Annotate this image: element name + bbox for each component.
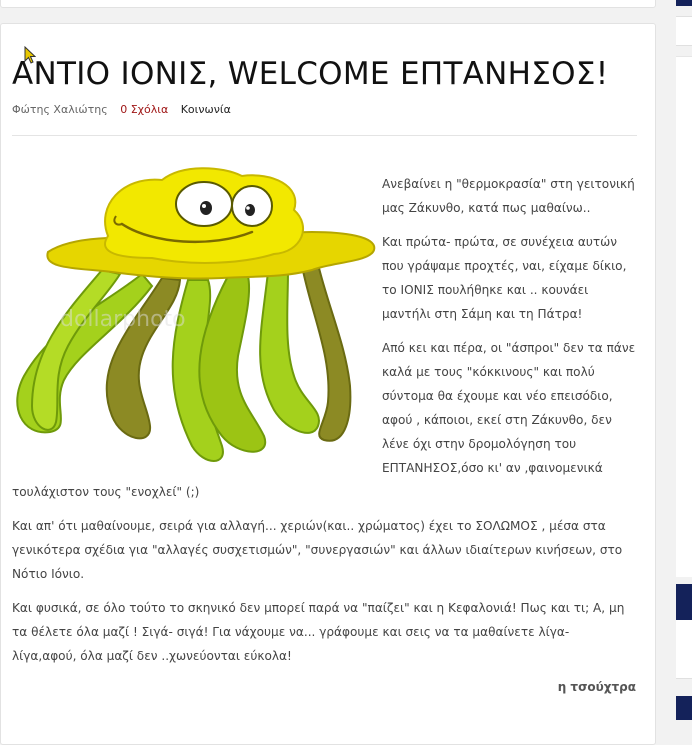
sidebar-strip bbox=[676, 0, 692, 720]
paragraph-5: Και φυσικά, σε όλο τούτο το σκηνικό δεν … bbox=[12, 601, 625, 663]
title-divider bbox=[12, 135, 637, 136]
mouse-cursor-icon bbox=[24, 46, 36, 64]
post-title[interactable]: ΑΝΤΙΟ ΙΟΝΙΣ, WELCOME ΕΠΤΑΝΗΣΟΣ! bbox=[12, 52, 608, 96]
sidebar-navy-bar-top bbox=[676, 0, 692, 6]
jellyfish-image: dollarphoto bbox=[16, 167, 376, 462]
sidebar-navy-bar-bottom bbox=[676, 696, 692, 720]
sidebar-widget bbox=[676, 56, 692, 577]
post-content: dollarphoto Ανεβαίνει η "θερμοκρασία" στ… bbox=[12, 167, 637, 678]
author-link[interactable]: Φώτης Χαλιώτης bbox=[12, 103, 108, 116]
post-meta: Φώτης Χαλιώτης 0 Σχόλια Κοινωνία bbox=[12, 102, 231, 118]
previous-post-card bbox=[0, 0, 656, 8]
sidebar-widget bbox=[676, 16, 692, 46]
paragraph-4: Και απ' ότι μαθαίνουμε, σειρά για αλλαγή… bbox=[12, 519, 623, 581]
tentacles bbox=[16, 262, 352, 462]
comments-link[interactable]: 0 Σχόλια bbox=[120, 103, 168, 116]
image-watermark: dollarphoto bbox=[60, 307, 186, 332]
sidebar-navy-bar bbox=[676, 584, 692, 620]
sidebar-widget bbox=[676, 620, 692, 679]
category-link[interactable]: Κοινωνία bbox=[181, 103, 231, 116]
post-signature: η τσούχτρα bbox=[557, 680, 636, 694]
